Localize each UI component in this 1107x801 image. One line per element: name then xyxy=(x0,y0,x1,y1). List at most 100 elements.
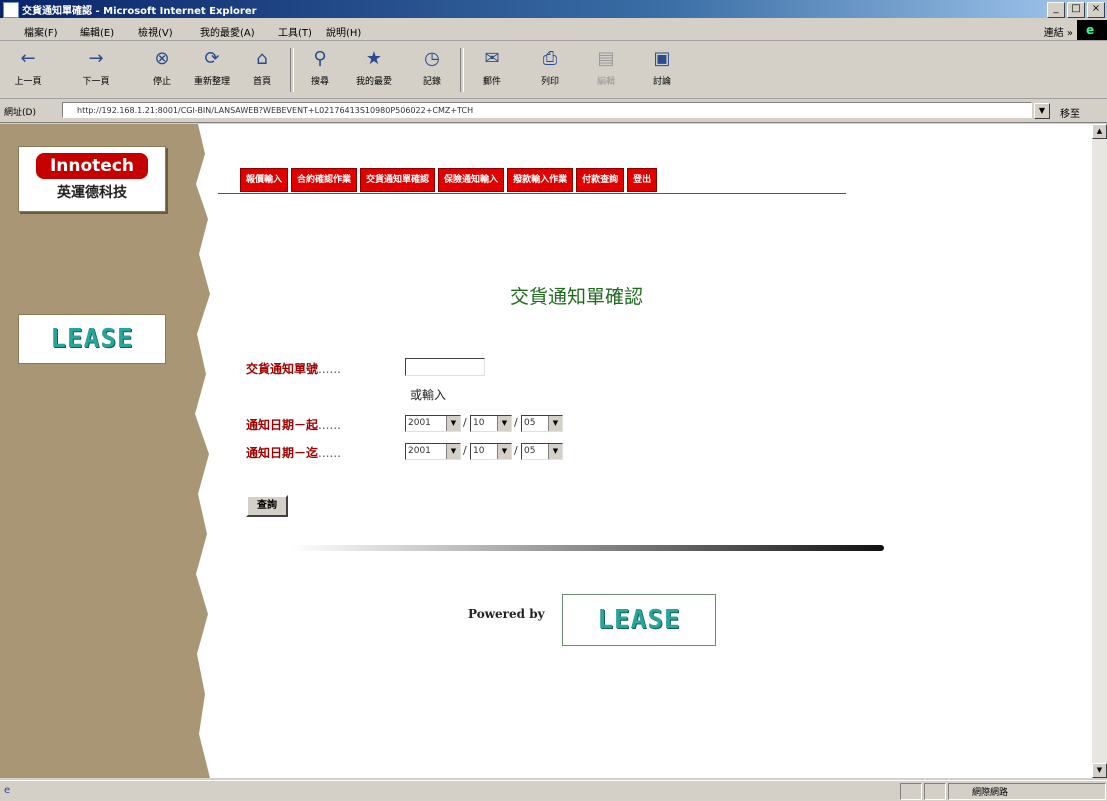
print-button[interactable]: ⎙ 列印 xyxy=(528,46,572,94)
page-status-icon: e xyxy=(4,785,11,796)
back-label: 上一頁 xyxy=(14,77,42,87)
date-to-day-value: 05 xyxy=(524,446,536,456)
stop-icon: ⊗ xyxy=(154,48,170,69)
edit-icon: ▤ xyxy=(597,48,615,69)
search-button[interactable]: ⚲ 搜尋 xyxy=(298,46,342,94)
print-icon: ⎙ xyxy=(542,48,558,69)
address-dropdown-icon[interactable]: ▼ xyxy=(1034,103,1050,119)
tab-quote-entry[interactable]: 報價輸入 xyxy=(240,168,289,192)
date-from-month-value: 10 xyxy=(473,418,485,428)
home-label: 首頁 xyxy=(252,77,271,87)
search-icon: ⚲ xyxy=(313,48,327,69)
sidebar-background xyxy=(0,124,210,778)
scroll-down-icon[interactable]: ▼ xyxy=(1092,763,1107,778)
scroll-up-icon[interactable]: ▲ xyxy=(1092,124,1107,139)
back-button[interactable]: ← 上一頁 xyxy=(6,46,50,94)
nav-underline xyxy=(218,193,846,194)
gradient-divider xyxy=(290,545,884,551)
toolbar-separator xyxy=(290,48,294,92)
date-from-label-text: 通知日期－起 xyxy=(246,418,319,432)
back-arrow-icon: ← xyxy=(20,48,36,69)
date-to-month-select[interactable]: 10 ▼ xyxy=(470,443,512,460)
menu-favorites[interactable]: 我的最愛(A) xyxy=(200,24,255,39)
menu-help[interactable]: 說明(H) xyxy=(326,24,361,39)
title-bar: 交貨通知單確認 - Microsoft Internet Explorer _ … xyxy=(0,0,1107,18)
date-to-year-value: 2001 xyxy=(408,446,431,456)
tab-disbursement-entry[interactable]: 撥款輸入作業 xyxy=(507,168,574,192)
tab-payment-query[interactable]: 付款查詢 xyxy=(576,168,625,192)
links-menu[interactable]: 連結 » xyxy=(1044,24,1073,39)
home-button[interactable]: ⌂ 首頁 xyxy=(240,46,284,94)
discuss-button[interactable]: ▣ 討論 xyxy=(640,46,684,94)
label-dots: ...... xyxy=(318,446,341,460)
innotech-brand: Innotech xyxy=(36,153,148,179)
label-dots: ...... xyxy=(318,362,341,376)
notice-number-input[interactable] xyxy=(405,358,485,376)
refresh-label: 重新整理 xyxy=(193,77,230,87)
chevron-down-icon: ▼ xyxy=(548,444,562,459)
date-to-label-text: 通知日期－迄 xyxy=(246,446,319,460)
date-to-month-value: 10 xyxy=(473,446,485,456)
favorites-icon: ★ xyxy=(365,48,383,69)
nav-tabs: 報價輸入 合約確認作業 交貨通知單確認 保險通知輸入 撥款輸入作業 付款查詢 登… xyxy=(240,168,658,192)
chevron-down-icon: ▼ xyxy=(497,444,511,459)
label-dots: ...... xyxy=(318,418,341,432)
tab-logout[interactable]: 登出 xyxy=(627,168,658,192)
date-from-year-value: 2001 xyxy=(408,418,431,428)
forward-label: 下一頁 xyxy=(82,77,110,87)
lease-footer-logo-text: LEASE xyxy=(597,605,681,635)
internet-zone-label: 網際網路 xyxy=(972,788,1009,798)
mail-button[interactable]: ✉ 郵件 xyxy=(470,46,514,94)
lease-footer-logo: LEASE xyxy=(562,594,716,646)
forward-arrow-icon: → xyxy=(88,48,104,69)
date-from-month-select[interactable]: 10 ▼ xyxy=(470,415,512,432)
or-enter-label: 或輸入 xyxy=(410,388,447,402)
toolbar: ← 上一頁 → 下一頁 ⊗ 停止 ⟳ 重新整理 ⌂ 首頁 ⚲ 搜尋 ★ 我的最愛 xyxy=(0,42,1107,99)
stop-label: 停止 xyxy=(152,77,171,87)
minimize-button[interactable]: _ xyxy=(1047,2,1065,18)
search-label: 搜尋 xyxy=(310,77,329,87)
lease-logo: LEASE xyxy=(18,314,166,364)
refresh-icon: ⟳ xyxy=(204,48,220,69)
favorites-label: 我的最愛 xyxy=(355,77,392,87)
date-from-year-select[interactable]: 2001 ▼ xyxy=(405,415,461,432)
menu-view[interactable]: 檢視(V) xyxy=(138,24,173,39)
edit-label: 編輯 xyxy=(596,77,615,87)
chevron-down-icon: ▼ xyxy=(446,444,460,459)
tab-contract-confirm[interactable]: 合約確認作業 xyxy=(291,168,358,192)
status-pane xyxy=(924,783,946,800)
date-from-day-select[interactable]: 05 ▼ xyxy=(521,415,563,432)
menu-file[interactable]: 檔案(F) xyxy=(24,24,58,39)
close-button[interactable]: × xyxy=(1087,2,1105,18)
date-to-label: 通知日期－迄...... xyxy=(246,444,341,461)
powered-by-text: Powered by xyxy=(468,607,545,621)
stop-button[interactable]: ⊗ 停止 xyxy=(140,46,184,94)
home-icon: ⌂ xyxy=(256,48,268,69)
history-button[interactable]: ◷ 記錄 xyxy=(410,46,454,94)
maximize-button[interactable]: □ xyxy=(1067,2,1085,18)
window-title: 交貨通知單確認 - Microsoft Internet Explorer xyxy=(22,6,257,17)
tab-insurance-notice[interactable]: 保險通知輸入 xyxy=(438,168,505,192)
status-bar: e 網際網路 xyxy=(0,780,1107,801)
refresh-button[interactable]: ⟳ 重新整理 xyxy=(190,46,234,94)
date-to-year-select[interactable]: 2001 ▼ xyxy=(405,443,461,460)
address-input[interactable]: http://192.168.1.21:8001/CGI-BIN/LANSAWE… xyxy=(62,102,1032,118)
vertical-scrollbar[interactable]: ▲ ▼ xyxy=(1092,124,1107,778)
tab-delivery-notice-confirm[interactable]: 交貨通知單確認 xyxy=(360,168,436,192)
edit-button[interactable]: ▤ 編輯 xyxy=(584,46,628,94)
date-to-day-select[interactable]: 05 ▼ xyxy=(521,443,563,460)
query-button[interactable]: 查詢 xyxy=(246,495,288,517)
favorites-button[interactable]: ★ 我的最愛 xyxy=(352,46,396,94)
mail-icon: ✉ xyxy=(484,48,500,69)
chevron-down-icon: ▼ xyxy=(548,416,562,431)
date-separator: / xyxy=(463,416,467,429)
ie-throbber-logo: e xyxy=(1077,20,1107,40)
menu-tools[interactable]: 工具(T) xyxy=(278,24,312,39)
date-separator: / xyxy=(463,444,467,457)
date-separator: / xyxy=(514,416,518,429)
date-separator: / xyxy=(514,444,518,457)
forward-button[interactable]: → 下一頁 xyxy=(74,46,118,94)
menu-edit[interactable]: 編輯(E) xyxy=(80,24,114,39)
browser-window: 交貨通知單確認 - Microsoft Internet Explorer _ … xyxy=(0,0,1107,801)
go-button[interactable]: 移至 xyxy=(1060,105,1080,120)
